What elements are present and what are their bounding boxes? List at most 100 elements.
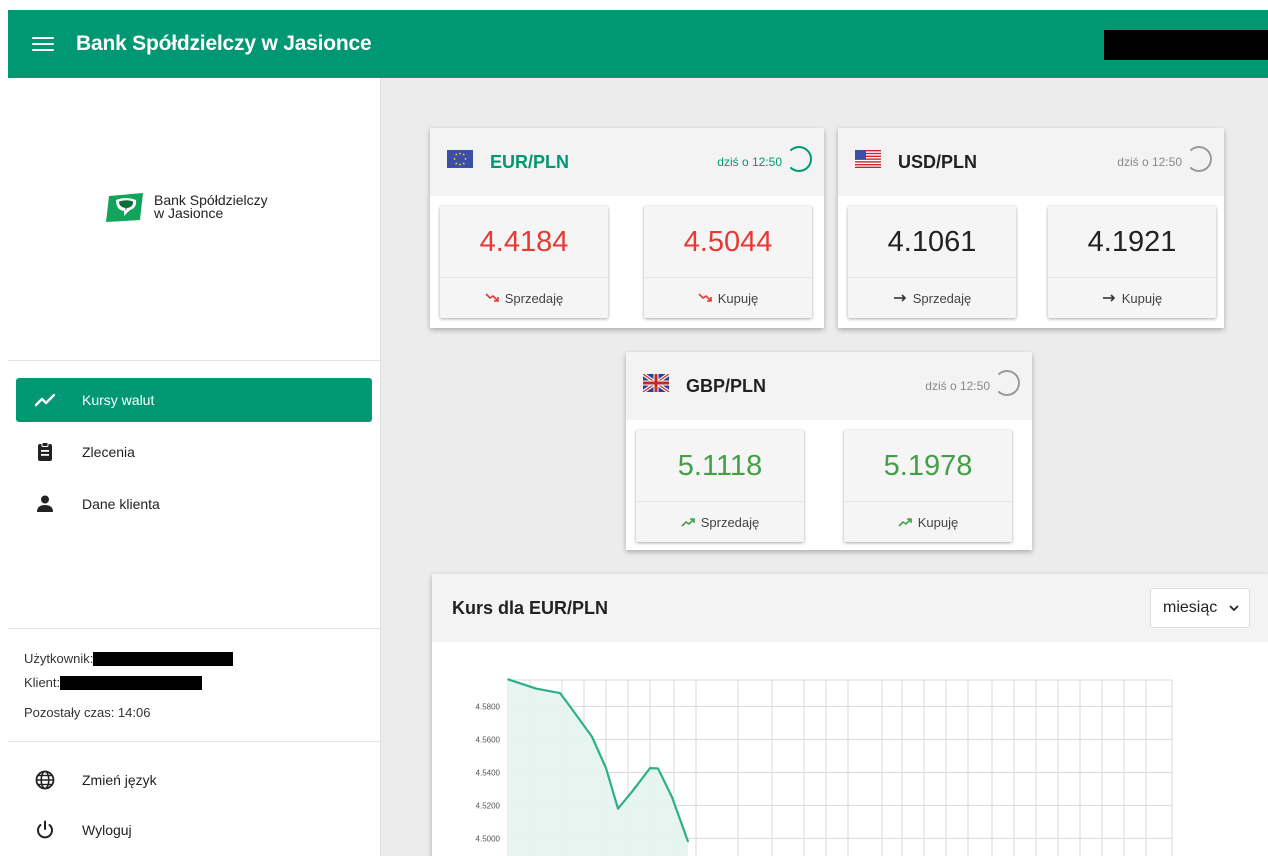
buy-label: Kupuję (1121, 290, 1163, 306)
trending-up-icon (681, 518, 695, 527)
update-time: dziś o 12:50 (925, 379, 990, 393)
chart-data-point (657, 767, 659, 770)
sell-label: Sprzedaję (504, 290, 564, 306)
redacted-user-name (93, 651, 234, 666)
bank-logo-icon (106, 193, 143, 222)
nav-item-label: Dane klienta (82, 496, 160, 512)
buy-label: Kupuję (917, 514, 959, 530)
chart-data-point (631, 790, 633, 793)
refresh-spinner-icon (1186, 146, 1212, 172)
logo-area: Bank Spółdzielczy w Jasionce (8, 78, 380, 361)
buy-rate-button[interactable]: 4.5044 Kupuję (644, 206, 812, 318)
us-flag-icon (855, 150, 881, 168)
buy-rate-footer: Kupuję (844, 501, 1012, 542)
sell-rate-value: 5.1118 (677, 449, 763, 482)
nav-item-kursy-walut[interactable]: Kursy walut (16, 378, 372, 422)
trending-down-icon (698, 293, 712, 302)
logo-line2: w Jasionce (154, 205, 224, 221)
bank-logo: Bank Spółdzielczy w Jasionce (106, 190, 268, 224)
redacted-user-area (1104, 30, 1268, 60)
rate-card-eur: EUR/PLN dziś o 12:50 4.4184 Sprzedaję 4.… (430, 128, 824, 328)
sell-rate-button[interactable]: 5.1118 Sprzedaję (636, 430, 804, 542)
currency-pair: GBP/PLN (686, 376, 767, 396)
rate-card-header: EUR/PLN dziś o 12:50 (430, 128, 824, 196)
buy-label: Kupuję (717, 290, 759, 306)
rate-chart: 4.5800 4.5600 4.5400 4.5200 4.5000 (476, 678, 1173, 856)
sell-label: Sprzedaję (700, 514, 760, 530)
user-row: Użytkownik: (24, 651, 234, 666)
nav-item-dane-klienta[interactable]: Dane klienta (16, 482, 372, 526)
change-language-button[interactable]: Zmień język (16, 758, 372, 802)
clipboard-icon (34, 441, 56, 463)
uk-flag-icon (643, 374, 669, 392)
chart-data-point (671, 796, 673, 798)
chart-y-tick-label: 4.5200 (476, 801, 501, 810)
chart-y-tick-label: 4.5400 (476, 768, 501, 777)
power-icon (34, 819, 56, 841)
sell-rate-value: 4.4184 (479, 225, 569, 258)
client-label: Klient: (24, 675, 61, 690)
change-language-label: Zmień język (82, 772, 157, 788)
chart-header: Kurs dla EUR/PLN miesiąc (432, 574, 1268, 642)
sell-rate-value: 4.1061 (887, 225, 977, 258)
sidebar: Bank Spółdzielczy w Jasionce Kursy walut… (8, 78, 381, 856)
rate-card-header: USD/PLN dziś o 12:50 (838, 128, 1224, 196)
buy-rate-value: 5.1978 (883, 449, 973, 482)
chart-y-tick-label: 4.5000 (476, 834, 501, 843)
chevron-down-icon (1229, 604, 1239, 611)
period-select[interactable]: miesiąc (1150, 588, 1250, 628)
period-value: miesiąc (1163, 599, 1218, 616)
chart-data-point (605, 767, 607, 769)
client-row: Klient: (24, 675, 203, 690)
chart-data-point (687, 840, 689, 843)
refresh-spinner-icon (994, 370, 1020, 396)
nav-item-label: Zlecenia (82, 444, 135, 460)
chart-data-point (535, 687, 537, 690)
chart-data-point (649, 767, 651, 769)
update-time: dziś o 12:50 (1117, 155, 1182, 169)
chart-y-tick-label: 4.5600 (476, 735, 501, 744)
chart-data-point (569, 705, 571, 708)
nav-item-zlecenia[interactable]: Zlecenia (16, 430, 372, 474)
nav-item-label: Kursy walut (82, 392, 155, 408)
buy-rate-value: 4.5044 (683, 225, 773, 258)
sell-rate-button[interactable]: 4.1061 Sprzedaję (848, 206, 1016, 318)
buy-rate-footer: Kupuję (644, 277, 812, 318)
sell-rate-footer: Sprzedaję (636, 501, 804, 542)
eu-flag-icon (447, 150, 473, 168)
update-time: dziś o 12:50 (717, 155, 782, 169)
currency-pair: USD/PLN (898, 152, 978, 172)
trending-up-icon (898, 518, 912, 527)
chart-title: Kurs dla EUR/PLN (452, 598, 609, 618)
sell-label: Sprzedaję (912, 290, 972, 306)
sell-rate-button[interactable]: 4.4184 Sprzedaję (440, 206, 608, 318)
globe-icon (34, 769, 56, 791)
trending-down-icon (485, 293, 499, 302)
main-nav: Kursy walut Zlecenia Dane klienta (16, 378, 372, 534)
sell-rate-footer: Sprzedaję (848, 277, 1016, 318)
trending-up-icon (34, 389, 56, 411)
refresh-spinner-icon (786, 146, 812, 172)
session-info: Użytkownik: Klient: Pozostały czas: 14:0… (8, 628, 380, 742)
buy-rate-button[interactable]: 4.1921 Kupuję (1048, 206, 1216, 318)
buy-rate-button[interactable]: 5.1978 Kupuję (844, 430, 1012, 542)
rate-chart-card: Kurs dla EUR/PLN miesiąc 4.5800 4.5600 4.5… (432, 574, 1268, 856)
menu-icon[interactable] (32, 37, 54, 51)
arrow-right-icon (893, 294, 906, 302)
arrow-right-icon (1102, 294, 1115, 302)
bottom-nav: Zmień język Wyloguj (16, 758, 372, 856)
rate-card-usd: USD/PLN dziś o 12:50 4.1061 Sprzedaję 4.… (838, 128, 1224, 328)
chart-y-tick-label: 4.5800 (476, 702, 501, 711)
chart-data-point (507, 678, 509, 681)
buy-rate-footer: Kupuję (1048, 277, 1216, 318)
top-app-bar: Bank Spółdzielczy w Jasionce (8, 10, 1268, 78)
chart-data-point (591, 735, 593, 738)
time-row: Pozostały czas: 14:06 (24, 705, 150, 720)
user-label: Użytkownik: (24, 651, 94, 666)
logout-label: Wyloguj (82, 822, 132, 838)
logout-button[interactable]: Wyloguj (16, 808, 372, 852)
rate-card-gbp: GBP/PLN dziś o 12:50 5.1118 Sprzedaję 5.… (626, 352, 1032, 550)
chart-area-fill (508, 679, 688, 856)
redacted-client-name (60, 675, 203, 690)
rate-card-header: GBP/PLN dziś o 12:50 (626, 352, 1032, 420)
